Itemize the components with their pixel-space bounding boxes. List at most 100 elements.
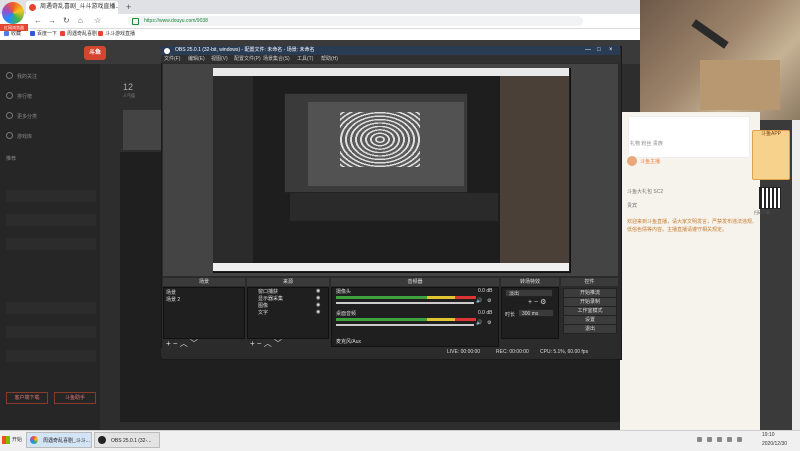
obs-app-icon — [98, 436, 106, 444]
douyu-assistant-button[interactable]: 斗鱼助手 — [54, 392, 96, 404]
douyu-icon — [98, 31, 103, 36]
canvas-recursive-tunnel — [340, 112, 420, 167]
heart-icon — [6, 72, 13, 79]
gear-icon[interactable]: ⚙ — [487, 298, 491, 304]
avatar[interactable] — [627, 156, 637, 166]
sidebar-category-grid-2[interactable] — [6, 290, 96, 370]
browser-tab[interactable]: 周遇奇乱喜剧_斗斗游戏直播... — [26, 1, 118, 14]
sidebar-item-rank[interactable]: 排行榜 — [6, 92, 32, 102]
favorites-icon — [4, 31, 9, 36]
canvas-nested-mixer — [290, 193, 498, 221]
reload-button[interactable]: ↻ — [63, 15, 70, 27]
transition-add-remove[interactable]: + − ⚙ — [528, 298, 546, 306]
menu-edit[interactable]: 编辑(E) — [188, 55, 205, 63]
bookmark-douyu[interactable]: 斗斗游戏直播 — [98, 30, 135, 39]
canvas-browser-bar — [213, 68, 569, 76]
obs-logo-icon — [164, 48, 170, 54]
menu-help[interactable]: 帮助(H) — [321, 55, 338, 63]
home-button[interactable]: ⌂ — [78, 15, 83, 27]
menu-tools[interactable]: 工具(T) — [297, 55, 313, 63]
eye-lock-icon[interactable]: ◉ ◉ ◉ ◉ — [316, 288, 320, 316]
canvas-taskbar — [213, 263, 569, 271]
source-item[interactable]: 窗口捕获 — [258, 288, 278, 295]
browser-app-icon — [30, 436, 38, 444]
clock-time[interactable]: 19:10 — [762, 432, 775, 438]
gift-item[interactable]: 贵宾 — [627, 202, 637, 209]
streamer-thumbnail[interactable] — [123, 110, 161, 150]
start-button[interactable]: 开始 — [0, 432, 26, 448]
maximize-button[interactable]: □ — [597, 46, 601, 55]
browser-logo-icon — [2, 2, 24, 24]
transition-select[interactable]: 淡出 — [505, 289, 553, 297]
duration-label: 时长 — [505, 312, 516, 318]
bookmark-show[interactable]: 周遇奇乱喜剧 — [60, 30, 97, 39]
source-item[interactable]: 文字 — [258, 309, 268, 316]
download-client-button[interactable]: 客户端下载 — [6, 392, 48, 404]
duration-input[interactable]: 300 ms — [518, 309, 554, 317]
lock-icon — [132, 18, 139, 25]
sidebar-item-games[interactable]: 游戏库 — [6, 132, 32, 142]
back-button[interactable]: ← — [34, 15, 42, 27]
browser-logo-label: 红网浏览器 — [0, 24, 28, 31]
minimize-button[interactable]: — — [585, 46, 591, 55]
menu-profile[interactable]: 配置文件(P) — [234, 55, 261, 63]
menu-scene-collection[interactable]: 场景集合(S) — [263, 55, 290, 63]
webcam-background-object — [700, 60, 780, 110]
gift-item[interactable]: 斗鱼大礼包 SC2 — [627, 188, 663, 195]
tray-icon[interactable] — [697, 437, 702, 442]
bookmark-favorites[interactable]: 收藏 — [4, 30, 21, 39]
input-method-icon[interactable] — [737, 437, 742, 442]
mixer-track-name: 摄像头 — [336, 289, 352, 295]
chat-tabs[interactable]: 礼物 粉丝 贵族 — [630, 140, 663, 147]
gear-icon[interactable]: ⚙ — [487, 320, 491, 326]
mixer-panel-header: 音频器 — [331, 278, 499, 286]
category-icon — [6, 112, 13, 119]
speaker-icon[interactable]: 🔊 — [476, 298, 482, 304]
new-tab-button[interactable]: + — [126, 1, 131, 14]
tab-close-icon[interactable]: × — [111, 1, 115, 14]
scene-item[interactable]: 场景 — [166, 289, 176, 296]
rank-icon — [6, 92, 13, 99]
sidebar-item-follow[interactable]: 我的关注 — [6, 72, 37, 82]
streamer-name[interactable]: 斗鱼主播 — [640, 158, 660, 165]
clock-date[interactable]: 2020/12/30 — [762, 441, 787, 447]
exit-button[interactable]: 退出 — [563, 324, 617, 334]
live-timer: LIVE: 00:00:00 — [447, 349, 481, 355]
bookmark-baidu[interactable]: 百度一下 — [30, 30, 57, 39]
close-button[interactable]: × — [609, 46, 613, 55]
scene-item[interactable]: 场景 2 — [166, 296, 180, 303]
forward-button[interactable]: → — [48, 15, 56, 27]
canvas-right-panel — [500, 76, 569, 263]
promo-banner[interactable]: 斗鱼APP — [752, 130, 790, 180]
page-scrollbar[interactable] — [792, 120, 800, 430]
douyu-favicon-icon — [29, 4, 36, 11]
volume-icon[interactable] — [727, 437, 732, 442]
menu-view[interactable]: 视图(V) — [211, 55, 228, 63]
menu-file[interactable]: 文件(F) — [164, 55, 180, 63]
baidu-icon — [30, 31, 35, 36]
mixer-volume-slider[interactable] — [336, 302, 474, 304]
address-bar[interactable]: https://www.douyu.com/9038 — [128, 16, 583, 26]
sidebar-heading-recommend: 推荐 — [6, 156, 17, 162]
game-icon — [6, 132, 13, 139]
source-item[interactable]: 显示器采集 — [258, 295, 283, 302]
source-item[interactable]: 图像 — [258, 302, 268, 309]
mixer-level-meter — [336, 318, 476, 321]
transitions-panel-header: 转场特效 — [501, 278, 559, 286]
mixer-volume-slider[interactable] — [336, 324, 474, 326]
scenes-panel-header: 场景 — [163, 278, 245, 286]
chat-notice: 欢迎来到斗鱼直播，请大家文明发言，严禁发布违法违规、低俗色情等内容。主播直播请遵… — [627, 219, 758, 233]
qr-code-icon — [759, 187, 781, 209]
sidebar-item-category[interactable]: 更多分类 — [6, 112, 37, 122]
network-icon[interactable] — [717, 437, 722, 442]
tray-icon[interactable] — [707, 437, 712, 442]
mixer-level-meter — [336, 296, 476, 299]
speaker-icon[interactable]: 🔊 — [476, 320, 482, 326]
mixer-track-db: 0.0 dB — [478, 288, 493, 294]
bookmark-star-icon[interactable]: ☆ — [94, 15, 101, 27]
douyu-logo[interactable]: 斗鱼 — [84, 46, 106, 60]
viewer-count: 12 — [123, 82, 134, 92]
obs-menubar — [161, 55, 620, 63]
sidebar-category-grid[interactable] — [6, 178, 96, 258]
controls-panel-header: 控件 — [561, 278, 618, 286]
